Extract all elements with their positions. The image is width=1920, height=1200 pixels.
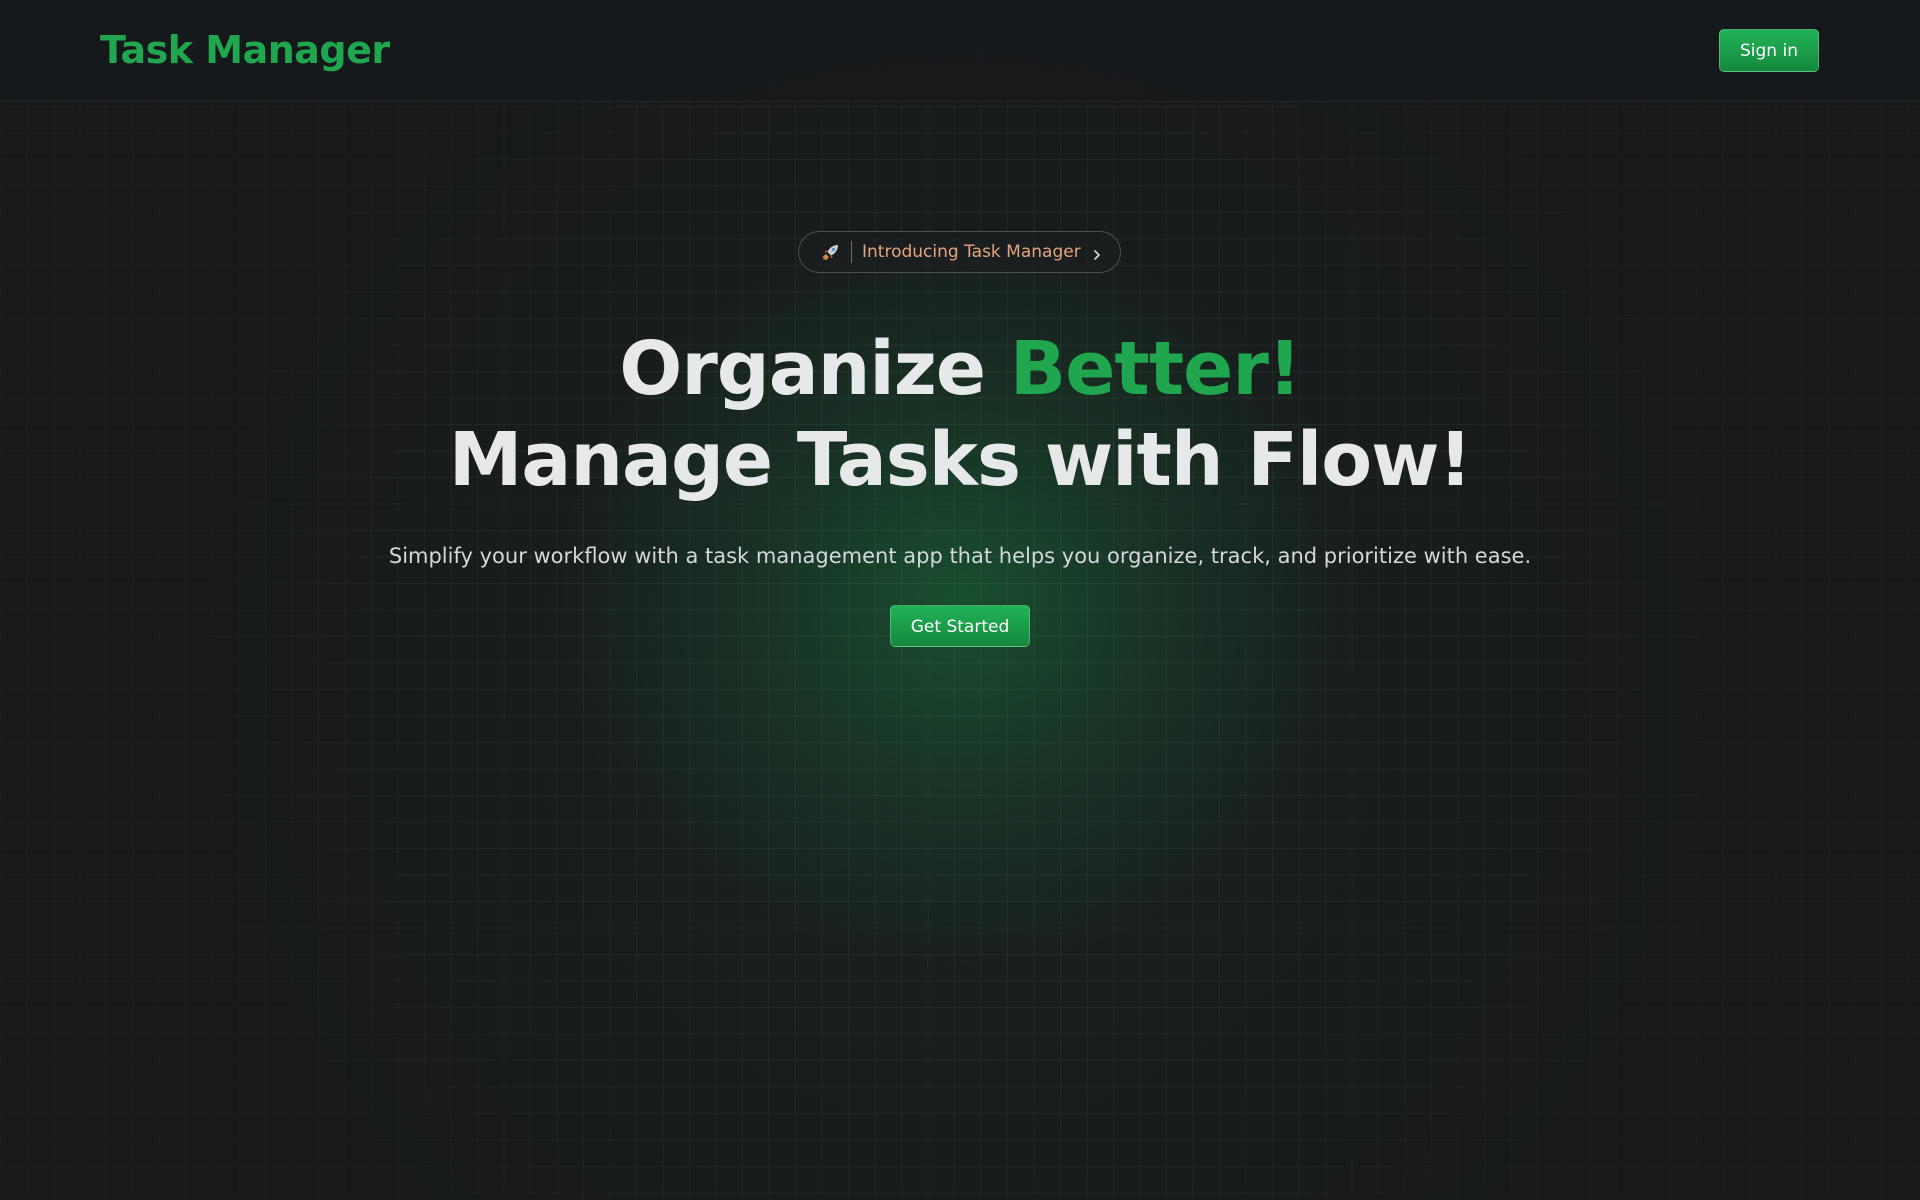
sign-in-button[interactable]: Sign in: [1719, 29, 1819, 72]
rocket-icon: [821, 242, 841, 262]
badge-divider: [851, 241, 852, 263]
announcement-badge[interactable]: Introducing Task Manager: [798, 231, 1121, 273]
hero-title-line1: Organize Better!: [0, 326, 1920, 412]
hero-title-main: Organize: [619, 326, 986, 412]
get-started-button[interactable]: Get Started: [890, 605, 1030, 647]
hero-subtitle: Simplify your workflow with a task manag…: [388, 544, 1532, 568]
badge-text: Introducing Task Manager: [862, 242, 1081, 262]
chevron-right-icon: [1091, 246, 1103, 260]
hero-title-accent: Better!: [1009, 326, 1302, 412]
brand-logo[interactable]: Task Manager: [100, 28, 390, 72]
hero-title-line2: Manage Tasks with Flow!: [448, 417, 1472, 503]
navbar: Task Manager Sign in: [0, 0, 1920, 102]
landing-page: Task Manager Sign in Introducing Task Ma…: [0, 0, 1920, 1200]
background-grid: [0, 0, 1920, 1200]
